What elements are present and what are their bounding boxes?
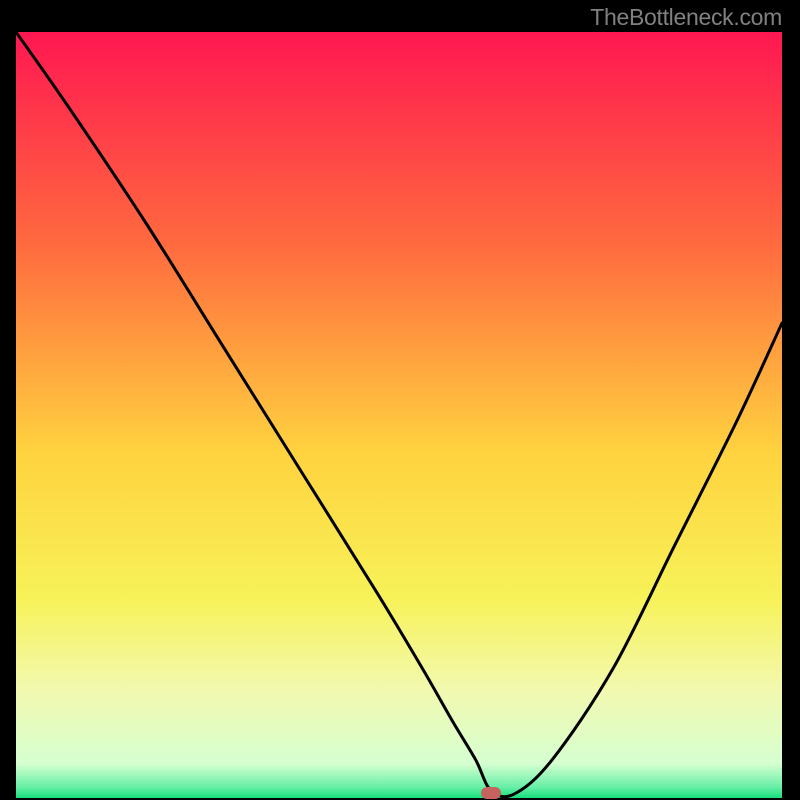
gradient-background (16, 32, 782, 798)
bottleneck-chart (16, 32, 782, 798)
chart-frame (16, 32, 782, 798)
watermark-text: TheBottleneck.com (590, 4, 782, 31)
